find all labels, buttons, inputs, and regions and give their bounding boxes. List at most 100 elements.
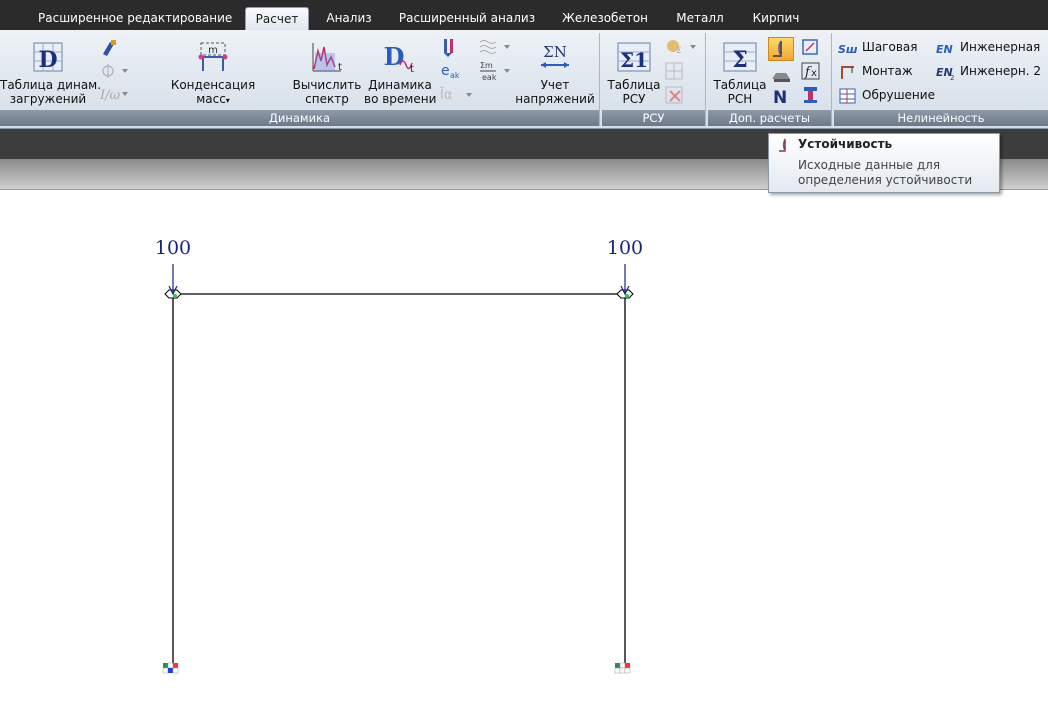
- mass-condensation-label: Конденсация: [170, 78, 256, 92]
- mass-condensation-button[interactable]: m Конденсация масс▾: [170, 39, 256, 108]
- tab-advanced-editing[interactable]: Расширенное редактирование: [38, 7, 232, 30]
- left-node-marker: [173, 294, 177, 298]
- rsn-table-button[interactable]: Σ Таблица РСН: [712, 39, 768, 106]
- stress-account-label-2: напряжений: [515, 92, 595, 106]
- stress-account-label: Учет: [540, 78, 570, 92]
- eak-icon[interactable]: e ak: [440, 61, 462, 81]
- collapse-button[interactable]: Обрушение: [838, 87, 935, 104]
- group-extra-calculations-label: Доп. расчеты: [708, 110, 831, 126]
- model-canvas[interactable]: 100 100: [0, 190, 1048, 728]
- rsu-table-icon: Σ1: [617, 42, 651, 72]
- engineering-2-icon: EN2: [936, 66, 954, 80]
- normal-force-icon[interactable]: N: [770, 85, 792, 107]
- rsu-delete-icon[interactable]: [664, 85, 686, 105]
- dynamic-load-table-label-2: загружений: [9, 92, 87, 106]
- svg-text:t: t: [410, 64, 414, 75]
- rsu-table-button[interactable]: Σ1 Таблица РСУ: [606, 39, 662, 106]
- group-rsu-label: РСУ: [602, 110, 705, 126]
- time-dynamics-button[interactable]: D t Динамика во времени: [364, 39, 436, 106]
- stability-button[interactable]: [768, 37, 794, 61]
- svg-text:t: t: [338, 62, 342, 73]
- stability-icon: [773, 40, 782, 57]
- time-dynamics-icon: D t: [384, 42, 414, 75]
- tab-analysis[interactable]: Анализ: [322, 7, 376, 30]
- group-rsu: Σ1 Таблица РСУ Σ РСУ: [602, 33, 706, 126]
- svg-text:Σ: Σ: [732, 47, 748, 73]
- spectrum-icon: t: [312, 43, 342, 73]
- tab-advanced-analysis[interactable]: Расширенный анализ: [398, 7, 536, 30]
- rsu-table-label-2: РСУ: [622, 92, 646, 106]
- mass-condensation-label-2: масс: [196, 92, 226, 106]
- dynamic-load-table-label: Таблица динам.: [0, 78, 102, 92]
- engineering-button[interactable]: EN Инженерная: [936, 39, 1040, 56]
- soil-icon[interactable]: [770, 63, 792, 83]
- group-dynamics: D Таблица динам. загружений I/ω m Конден…: [0, 33, 600, 126]
- group-nonlinearity-label: Нелинейность: [834, 110, 1048, 126]
- group-nonlinearity: Sш Шаговая Монтаж Обрушение EN Инженерная …: [834, 33, 1048, 126]
- stability-tooltip: Устойчивость Исходные данные для определ…: [768, 133, 1000, 193]
- stress-account-button[interactable]: ΣN Учет напряжений: [514, 39, 596, 106]
- dynamic-table-icon: D: [33, 42, 63, 73]
- svg-text:Ĩα: Ĩα: [439, 87, 452, 103]
- left-support-icon[interactable]: [162, 662, 179, 674]
- time-dynamics-label: Динамика: [368, 78, 432, 92]
- mass-condensation-icon: m: [198, 42, 228, 71]
- step-icon: Sш: [838, 43, 858, 56]
- svg-text:e: e: [441, 63, 450, 79]
- waves-icon[interactable]: [478, 37, 514, 57]
- group-dynamics-label: Динамика: [0, 110, 599, 126]
- rsu-grid-icon[interactable]: [664, 61, 686, 81]
- svg-text:m: m: [208, 45, 218, 56]
- svg-text:ΣN: ΣN: [543, 43, 567, 61]
- svg-text:ak: ak: [450, 71, 460, 80]
- rsu-table-label: Таблица: [607, 78, 661, 92]
- engineering-2-button[interactable]: EN 2 Инженерн. 2: [936, 63, 1041, 80]
- svg-text:Σ: Σ: [676, 46, 682, 56]
- dynamics-small-tools-2: e ak Ĩα Σm eak: [438, 37, 518, 109]
- inertia-forces-icon[interactable]: [440, 37, 462, 57]
- svg-text:Σ1: Σ1: [620, 48, 648, 72]
- svg-text:D: D: [384, 42, 405, 71]
- tab-reinforced-concrete[interactable]: Железобетон: [558, 7, 652, 30]
- frequency-icon[interactable]: I/ω: [100, 86, 128, 102]
- engineering-icon: EN: [936, 43, 953, 56]
- tab-calculation[interactable]: Расчет: [245, 7, 309, 31]
- tab-steel[interactable]: Металл: [672, 7, 728, 30]
- svg-text:I/ω: I/ω: [100, 88, 121, 102]
- sum-eak-icon[interactable]: Σm eak: [478, 59, 514, 83]
- alpha-icon[interactable]: Ĩα: [438, 85, 476, 105]
- mode-shapes-icon[interactable]: [100, 63, 128, 79]
- mounting-button[interactable]: Монтаж: [838, 63, 913, 80]
- tab-masonry[interactable]: Кирпич: [748, 7, 804, 30]
- step-analysis-button[interactable]: Sш Шаговая: [838, 39, 917, 56]
- svg-text:N: N: [773, 88, 787, 107]
- deformation-icon[interactable]: [800, 37, 822, 57]
- svg-text:2: 2: [950, 74, 954, 80]
- ribbon-panel: D Таблица динам. загружений I/ω m Конден…: [0, 30, 1048, 129]
- rsn-table-icon: Σ: [723, 42, 757, 73]
- edit-dynamics-icon[interactable]: [100, 39, 118, 57]
- group-extra-calculations: Σ Таблица РСН N fx Доп. расчеты: [708, 33, 832, 126]
- engineering-2-label: Инженерн. 2: [960, 64, 1041, 78]
- right-load-value: 100: [607, 237, 643, 259]
- ribbon-tab-bar: Расширенное редактирование Расчет Анализ…: [0, 0, 1048, 31]
- compute-spectrum-label-2: спектр: [305, 92, 349, 106]
- function-icon[interactable]: fx: [800, 61, 822, 81]
- column-icon[interactable]: [800, 85, 822, 105]
- engineering-label: Инженерная: [960, 40, 1041, 54]
- svg-text:D: D: [38, 47, 57, 73]
- collapse-icon: [839, 88, 856, 103]
- stability-tooltip-title: Устойчивость: [798, 137, 893, 151]
- rsn-table-label: Таблица: [713, 78, 767, 92]
- svg-text:x: x: [811, 68, 817, 79]
- rsu-settings-icon[interactable]: Σ: [664, 37, 700, 57]
- dynamics-small-tools: I/ω: [98, 39, 134, 109]
- left-load-value: 100: [155, 237, 191, 259]
- compute-spectrum-button[interactable]: t Вычислить спектр: [292, 39, 362, 106]
- svg-text:eak: eak: [482, 73, 497, 82]
- right-support-icon[interactable]: [614, 662, 631, 674]
- collapse-label: Обрушение: [862, 88, 935, 102]
- svg-text:Sш: Sш: [838, 43, 858, 56]
- step-analysis-label: Шаговая: [862, 40, 918, 54]
- dynamic-load-table-button[interactable]: D Таблица динам. загружений: [0, 39, 101, 106]
